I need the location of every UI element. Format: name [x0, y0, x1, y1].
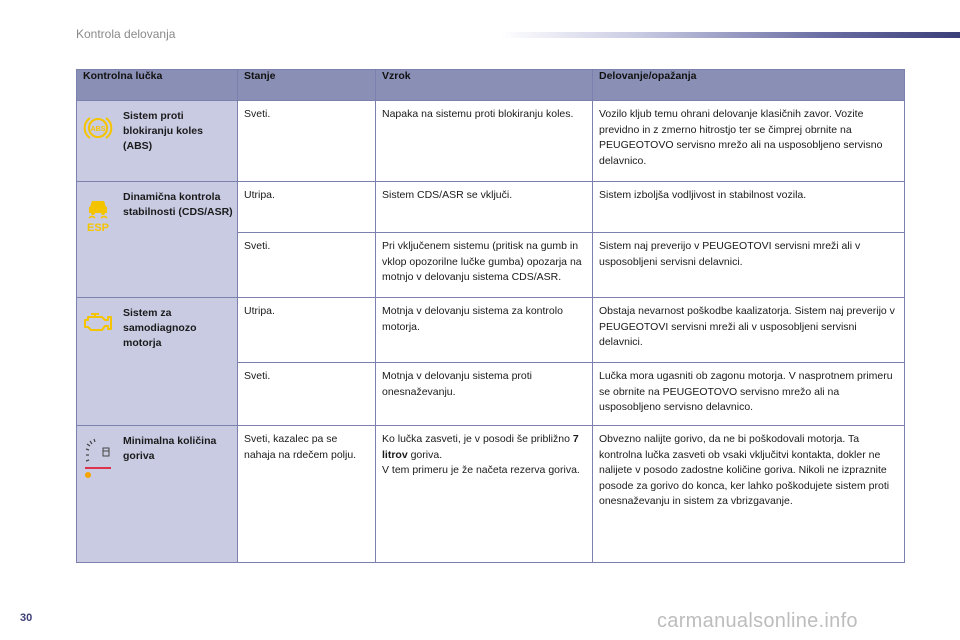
lamp-name: Sistem za samodiagnozo motorja	[123, 307, 197, 349]
action-cell: Obvezno nalijte gorivo, da ne bi poškodo…	[592, 425, 905, 563]
header-gradient-bar	[500, 32, 960, 38]
state-cell: Sveti, kazalec pa se nahaja na rdečem po…	[237, 425, 376, 563]
cause-cell: Sistem CDS/ASR se vključi.	[375, 181, 593, 233]
abs-warning-icon: ABS	[81, 107, 115, 143]
svg-text:ESP: ESP	[87, 222, 109, 234]
state-cell: Utripa.	[237, 297, 376, 363]
lamp-name: Sistem proti blokiranju koles (ABS)	[123, 110, 203, 152]
cause-text-2: V tem primeru je že načeta rezerva goriv…	[382, 464, 580, 476]
cause-text: Ko lučka zasveti, je v posodi še približ…	[382, 433, 579, 461]
table-row: ESP Dinamična kontrola stabilnosti (CDS/…	[76, 181, 905, 298]
state-cell: Sveti.	[237, 100, 376, 182]
engine-check-icon	[81, 304, 115, 336]
state-cell: Utripa.	[237, 181, 376, 233]
column-header-cause: Vzrok	[375, 69, 593, 101]
svg-text:ABS: ABS	[91, 126, 106, 133]
cause-cell: Motnja v delovanju sistema proti onesnaž…	[375, 362, 593, 426]
lamp-cell-abs: ABS Sistem proti blokiranju koles (ABS)	[76, 100, 238, 182]
column-header-action: Delovanje/opažanja	[592, 69, 905, 101]
watermark: carmanualsonline.info	[657, 610, 858, 632]
column-header-lamp: Kontrolna lučka	[76, 69, 238, 101]
cause-cell: Ko lučka zasveti, je v posodi še približ…	[375, 425, 593, 563]
table-header-row: Kontrolna lučka Stanje Vzrok Delovanje/o…	[76, 69, 905, 101]
lamp-name: Minimalna količina goriva	[123, 435, 217, 462]
lamp-name: Dinamična kontrola stabilnosti (CDS/ASR)	[123, 191, 233, 218]
action-cell: Obstaja nevarnost poškodbe kaalizatorja.…	[592, 297, 905, 363]
table-row: ABS Sistem proti blokiranju koles (ABS) …	[76, 100, 905, 182]
esp-stability-icon: ESP	[81, 188, 115, 234]
fuel-gauge-icon	[81, 432, 115, 480]
lamp-cell-fuel: Minimalna količina goriva	[76, 425, 238, 563]
state-cell: Sveti.	[237, 232, 376, 298]
action-cell: Vozilo kljub temu ohrani delovanje klasi…	[592, 100, 905, 182]
action-cell: Sistem izboljša vodljivost in stabilnost…	[592, 181, 905, 233]
column-header-state: Stanje	[237, 69, 376, 101]
action-cell: Sistem naj preverijo v PEUGEOTOVI servis…	[592, 232, 905, 298]
cause-cell: Pri vključenem sistemu (pritisk na gumb …	[375, 232, 593, 298]
action-cell: Lučka mora ugasniti ob zagonu motorja. V…	[592, 362, 905, 426]
state-cell: Sveti.	[237, 362, 376, 426]
table-row: Minimalna količina goriva Sveti, kazalec…	[76, 425, 905, 563]
warning-lamps-table: Kontrolna lučka Stanje Vzrok Delovanje/o…	[76, 69, 905, 563]
lamp-cell-engine: Sistem za samodiagnozo motorja	[76, 297, 238, 426]
table-row: Sistem za samodiagnozo motorja Utripa. M…	[76, 297, 905, 426]
lamp-cell-esp: ESP Dinamična kontrola stabilnosti (CDS/…	[76, 181, 238, 298]
section-title: Kontrola delovanja	[76, 27, 176, 41]
cause-cell: Napaka na sistemu proti blokiranju koles…	[375, 100, 593, 182]
page-number: 30	[20, 612, 33, 624]
cause-cell: Motnja v delovanju sistema za kontrolo m…	[375, 297, 593, 363]
